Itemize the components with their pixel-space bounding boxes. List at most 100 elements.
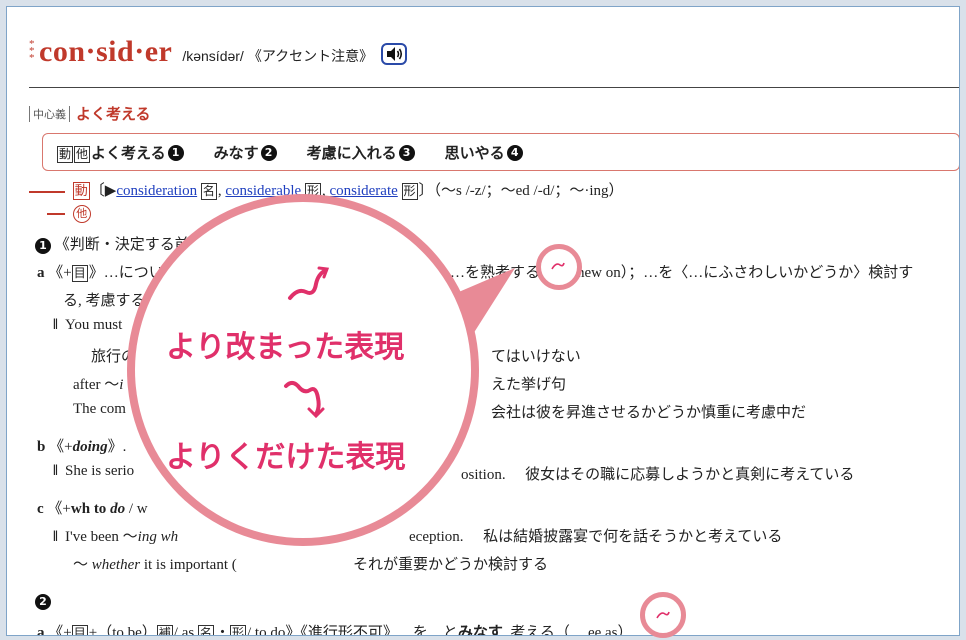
definition-text: hew on）；…を〈…にふさわしいかどうか〉検討す — [577, 265, 914, 281]
headword: con·sid·er — [39, 35, 173, 68]
grammar-note: ・ — [214, 625, 230, 636]
pronunciation: /kənsídər/ — [182, 48, 244, 64]
transitive-line: 他 — [47, 205, 91, 223]
summary-label: 考慮に入れる — [306, 143, 397, 162]
example-en-italic: whether — [91, 557, 141, 573]
sense-1c: c 《+wh to do / w — [37, 497, 148, 518]
sense-1-heading-text: 《判断・決定する前に — [54, 237, 205, 253]
example-3: The com — [73, 401, 126, 417]
grammar-note: 《+ — [49, 439, 73, 455]
core-meaning-text: よく考える — [76, 105, 151, 123]
example-en-italic: i — [119, 377, 124, 393]
sense-1b: b 《+doing》. — [37, 435, 126, 456]
summary-item-3[interactable]: 考慮に入れる 3 — [307, 142, 415, 163]
definition-text: , 考える（ — [502, 625, 570, 636]
object-tag: 目 — [71, 625, 88, 635]
grammar-note: 《+ — [48, 625, 72, 636]
definition-text: ；…を熟考する（ — [435, 265, 556, 281]
example-en: I've been ～ — [65, 529, 138, 545]
pos-tag-noun: 名 — [200, 183, 217, 200]
grammar-note-bold: wh to — [70, 501, 111, 517]
summary-label: 思いやる — [444, 143, 505, 162]
sense-1-heading: 1 《判断・決定する前に — [33, 233, 205, 254]
example-en: ～ — [73, 557, 92, 573]
summary-label: みなす — [213, 143, 259, 162]
grammar-note: 《+ — [47, 501, 71, 517]
sense-1a: a 《+ 目》…につい — [37, 261, 164, 282]
summary-item-2[interactable]: みなす 2 — [214, 142, 277, 163]
sense-2a: a 《+ 目 +（to be）補 / as 名・形 / to do》《進行形不可》…を…… — [37, 621, 633, 636]
dictionary-page: * * * con·sid·er /kənsídər/ 《アクセント注意》 中心義 … — [6, 6, 960, 636]
dash-marker — [47, 213, 65, 215]
header-divider — [29, 87, 959, 88]
sub-sense-label: b — [37, 439, 46, 455]
importance-stars: * * * — [29, 38, 35, 64]
example-en: after ～ — [73, 377, 120, 393]
pos-tag-verb: 動 — [72, 182, 90, 200]
grammar-note: 》. — [107, 439, 127, 455]
example-en: eception. — [409, 529, 464, 545]
example-1: ‖ You must — [53, 317, 122, 334]
speaker-icon — [387, 47, 403, 61]
grammar-note-italic: doing — [72, 439, 108, 455]
grammar-note-italic: do — [110, 501, 126, 517]
sub-sense-label: a — [37, 625, 45, 636]
adjective-tag: 形 — [230, 625, 247, 635]
sub-sense-label: a — [37, 265, 45, 281]
definition-text: / to do》《進行形不可》…を…と — [247, 625, 458, 636]
definition-keyword: みなす — [457, 625, 503, 636]
pos-tag-verb: 動 — [57, 145, 74, 163]
sense-2-heading: 2 — [33, 593, 51, 610]
example-4-tail: osition. 彼女はその職に応募しようかと真剣に考えている — [461, 463, 854, 484]
example-en: osition. — [461, 467, 506, 483]
example-marker: ‖ — [53, 529, 58, 545]
summary-item-1[interactable]: 動他よく考える 1 — [57, 142, 184, 163]
example-en: You must — [65, 317, 123, 333]
grammar-note: / as — [173, 625, 198, 636]
sense-1a-right: ；…を熟考する（ hew on）；…を〈…にふさわしいかどうか〉検討す — [435, 261, 913, 282]
headword-row: * * * con·sid·er /kənsídər/ 《アクセント注意》 — [29, 35, 408, 76]
example-marker: ‖ — [53, 463, 58, 479]
object-tag: 目 — [71, 265, 88, 282]
example-3-ja: 会社は彼を昇進させるかどうか慎重に考慮中だ — [491, 405, 807, 421]
example-ja: 彼女はその職に応募しようかと真剣に考えている — [525, 467, 855, 483]
example-4: ‖ She is serio — [53, 463, 134, 480]
example-en: She is serio — [65, 463, 135, 479]
definition-text: 》…につい — [88, 265, 164, 281]
sense-summary-box: 動他よく考える 1 みなす 2 考慮に入れる 3 思いやる 4 — [42, 133, 959, 171]
accent-note: 《アクセント注意》 — [247, 50, 374, 65]
sense-number-badge: 1 — [35, 237, 51, 254]
sense-number-badge: 2 — [35, 593, 51, 610]
grammar-note: 《+ — [48, 265, 72, 281]
sense-number-badge: 3 — [398, 145, 415, 161]
link-consideration[interactable]: consideration — [116, 183, 197, 199]
inflection-line: 動〔▶consideration 名, considerable 形, cons… — [29, 179, 624, 200]
link-considerable[interactable]: considerable — [225, 183, 301, 199]
transitive-tag: 他 — [72, 205, 91, 223]
summary-label: よく考える — [91, 143, 166, 162]
core-meaning-row: 中心義 よく考える — [29, 103, 151, 124]
definition-text: ee as） — [587, 625, 633, 636]
example-2-ja: えた挙げ句 — [491, 377, 567, 393]
sense-number-badge: 2 — [260, 145, 277, 161]
example-en-italic: ing wh — [137, 529, 179, 545]
example-6-ja: それが重要かどうか検討する — [353, 557, 549, 573]
core-meaning-tag: 中心義 — [29, 105, 70, 122]
sense-number-badge: 4 — [506, 145, 523, 161]
audio-play-button[interactable] — [381, 43, 408, 65]
summary-item-4[interactable]: 思いやる 4 — [445, 142, 523, 163]
inflection-open: 〔▶ — [89, 183, 117, 199]
pos-tag-adjective: 形 — [401, 183, 418, 200]
sense-1a-cont: る, 考慮する《 — [63, 293, 161, 309]
example-marker: ‖ — [53, 317, 58, 333]
example-en: it is important ( — [140, 557, 237, 573]
grammar-note: / w — [125, 501, 148, 517]
example-5: ‖ I've been ～ing wh — [53, 525, 178, 546]
example-ja: 私は結婚披露宴で何を話そうかと考えている — [483, 529, 783, 545]
pos-tag-adjective: 形 — [304, 183, 321, 200]
link-considerate[interactable]: considerate — [329, 183, 397, 199]
sense-number-badge: 1 — [167, 145, 184, 161]
inflection-forms: 〕（～s /-z/；～ed /-d/；～·ing） — [418, 183, 624, 199]
example-1-ja-tail: てはいけない — [491, 349, 581, 365]
noun-tag: 名 — [197, 625, 214, 635]
